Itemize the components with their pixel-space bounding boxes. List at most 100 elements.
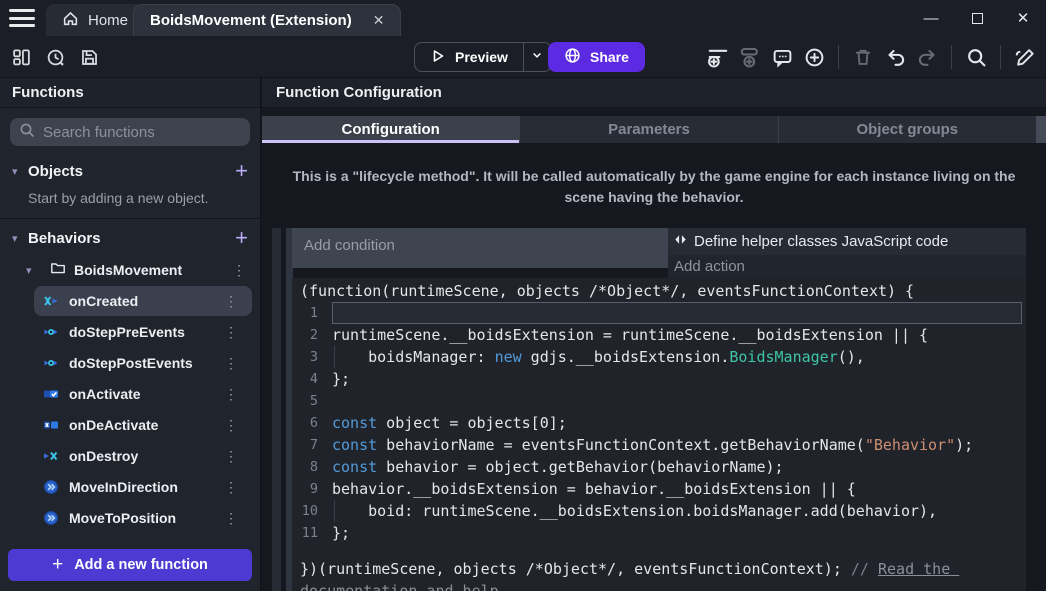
tab-parameters[interactable]: Parameters: [519, 116, 777, 143]
add-new-function-button[interactable]: + Add a new function: [8, 549, 252, 581]
comment-icon[interactable]: [769, 44, 795, 70]
kebab-menu-icon[interactable]: ⋮: [232, 262, 246, 279]
scrollbar-thumb[interactable]: [1036, 116, 1046, 143]
add-action-button[interactable]: Add action: [668, 255, 1026, 278]
code-text: [332, 390, 1022, 412]
preview-button[interactable]: Preview: [414, 42, 552, 72]
js-code-event-title[interactable]: Define helper classes JavaScript code: [668, 228, 1026, 255]
tab-configuration[interactable]: Configuration: [262, 116, 519, 143]
kebab-menu-icon[interactable]: ⋮: [224, 448, 238, 465]
collapse-icon[interactable]: ▾: [26, 264, 42, 277]
event-indent-bar: [272, 228, 281, 591]
sidebar-item-oncreated[interactable]: onCreated ⋮: [34, 286, 252, 316]
code-token: boid: runtimeScene.__boidsExtension.boid…: [332, 502, 937, 520]
sidebar-item-moveindirection[interactable]: MoveInDirection ⋮: [34, 472, 252, 502]
code-line-9[interactable]: 9behavior.__boidsExtension = behavior.__…: [292, 478, 1026, 500]
delete-icon[interactable]: [850, 44, 876, 70]
chevron-down-icon: [531, 48, 543, 66]
kebab-menu-icon[interactable]: ⋮: [224, 293, 238, 310]
code-line-7[interactable]: 7const behaviorName = eventsFunctionCont…: [292, 434, 1026, 456]
toggle-panels-icon[interactable]: [8, 44, 34, 70]
add-event-icon[interactable]: [705, 44, 731, 70]
events-editor: Add condition Define helper classes Java…: [262, 224, 1046, 591]
add-object-button[interactable]: +: [235, 161, 248, 181]
sidebar-item-ondestroy[interactable]: onDestroy ⋮: [34, 441, 252, 471]
globe-icon: [564, 47, 581, 67]
sidebar-item-label: MoveInDirection: [69, 479, 178, 495]
javascript-code-editor[interactable]: (function(runtimeScene, objects /*Object…: [292, 278, 1026, 591]
kebab-menu-icon[interactable]: ⋮: [224, 324, 238, 341]
preview-dropdown-button[interactable]: [523, 43, 551, 71]
configuration-tabs: Configuration Parameters Object groups: [262, 116, 1046, 143]
code-line-1[interactable]: 1: [292, 302, 1026, 324]
code-line-8[interactable]: 8const behavior = object.getBehavior(beh…: [292, 456, 1026, 478]
share-label: Share: [590, 49, 629, 65]
undo-icon[interactable]: [882, 44, 908, 70]
js-event-block: Add condition Define helper classes Java…: [292, 228, 1026, 591]
destroy-icon: [43, 448, 59, 464]
toolbar-right-group: [705, 44, 1038, 70]
event-actions-column: Define helper classes JavaScript code Ad…: [668, 228, 1026, 278]
kebab-menu-icon[interactable]: ⋮: [224, 355, 238, 372]
edit-extension-icon[interactable]: [1012, 44, 1038, 70]
search-functions-input[interactable]: Search functions: [10, 118, 250, 146]
folder-icon: [50, 260, 66, 281]
code-line-3[interactable]: 3 boidsManager: new gdjs.__boidsExtensio…: [292, 346, 1026, 368]
tab-document[interactable]: BoidsMovement (Extension) ✕: [133, 4, 401, 36]
code-token: })(runtimeScene, objects /*Object*/, eve…: [300, 560, 851, 578]
tab-object-groups[interactable]: Object groups: [778, 116, 1036, 143]
code-wrapper-top: (function(runtimeScene, objects /*Object…: [292, 280, 1026, 302]
search-icon[interactable]: [963, 44, 989, 70]
behaviors-section-label: Behaviors: [28, 230, 101, 247]
behavior-group-label: BoidsMovement: [74, 262, 182, 278]
maximize-button[interactable]: [954, 0, 1000, 36]
code-line-6[interactable]: 6const object = objects[0];: [292, 412, 1026, 434]
code-line-11[interactable]: 11};: [292, 522, 1026, 544]
code-token: "Behavior": [865, 436, 955, 454]
sidebar-item-label: onDestroy: [69, 448, 138, 464]
collapse-icon[interactable]: ▾: [12, 232, 28, 245]
code-line-5[interactable]: 5: [292, 390, 1026, 412]
sidebar-item-dosteppreevents[interactable]: doStepPreEvents ⋮: [34, 317, 252, 347]
preview-button-main[interactable]: Preview: [415, 43, 523, 71]
add-subevent-icon[interactable]: [737, 44, 763, 70]
add-circle-icon[interactable]: [801, 44, 827, 70]
kebab-menu-icon[interactable]: ⋮: [224, 417, 238, 434]
code-line-4[interactable]: 4};: [292, 368, 1026, 390]
menu-icon[interactable]: [9, 8, 35, 28]
code-wrapper-bottom: })(runtimeScene, objects /*Object*/, eve…: [292, 558, 1020, 591]
line-number: 4: [292, 368, 332, 390]
save-icon[interactable]: [76, 44, 102, 70]
minimize-button[interactable]: —: [908, 0, 954, 36]
behaviors-section-header[interactable]: ▾ Behaviors +: [0, 223, 260, 253]
sidebar-item-onactivate[interactable]: onActivate ⋮: [34, 379, 252, 409]
behavior-group-boidsmovement[interactable]: ▾ BoidsMovement ⋮: [0, 255, 260, 285]
objects-section-header[interactable]: ▾ Objects +: [0, 156, 260, 186]
add-behavior-button[interactable]: +: [235, 228, 248, 248]
kebab-menu-icon[interactable]: ⋮: [224, 386, 238, 403]
sidebar-item-movetoposition[interactable]: MoveToPosition ⋮: [34, 503, 252, 533]
sidebar-item-label: onDeActivate: [69, 417, 158, 433]
tab-document-label: BoidsMovement (Extension): [150, 12, 352, 29]
code-text: const behaviorName = eventsFunctionConte…: [332, 434, 1022, 456]
close-window-button[interactable]: ✕: [1000, 0, 1046, 36]
history-icon[interactable]: [42, 44, 68, 70]
code-token: //: [851, 560, 878, 578]
sidebar-item-ondeactivate[interactable]: onDeActivate ⋮: [34, 410, 252, 440]
close-tab-icon[interactable]: ✕: [373, 12, 385, 29]
tab-home[interactable]: Home: [46, 4, 144, 36]
sidebar-item-doStepPostEvents[interactable]: doStepPostEvents ⋮: [34, 348, 252, 378]
add-condition-button[interactable]: Add condition: [292, 228, 668, 268]
plus-icon: +: [52, 554, 63, 576]
collapse-icon[interactable]: ▾: [12, 165, 28, 178]
code-line-2[interactable]: 2runtimeScene.__boidsExtension = runtime…: [292, 324, 1026, 346]
share-button[interactable]: Share: [548, 42, 645, 72]
code-text: };: [332, 522, 1022, 544]
line-number: 2: [292, 324, 332, 346]
redo-icon[interactable]: [914, 44, 940, 70]
activate-icon: [43, 386, 59, 402]
kebab-menu-icon[interactable]: ⋮: [224, 479, 238, 496]
code-line-10[interactable]: 10 boid: runtimeScene.__boidsExtension.b…: [292, 500, 1026, 522]
step-events-icon: [43, 324, 59, 340]
kebab-menu-icon[interactable]: ⋮: [224, 510, 238, 527]
